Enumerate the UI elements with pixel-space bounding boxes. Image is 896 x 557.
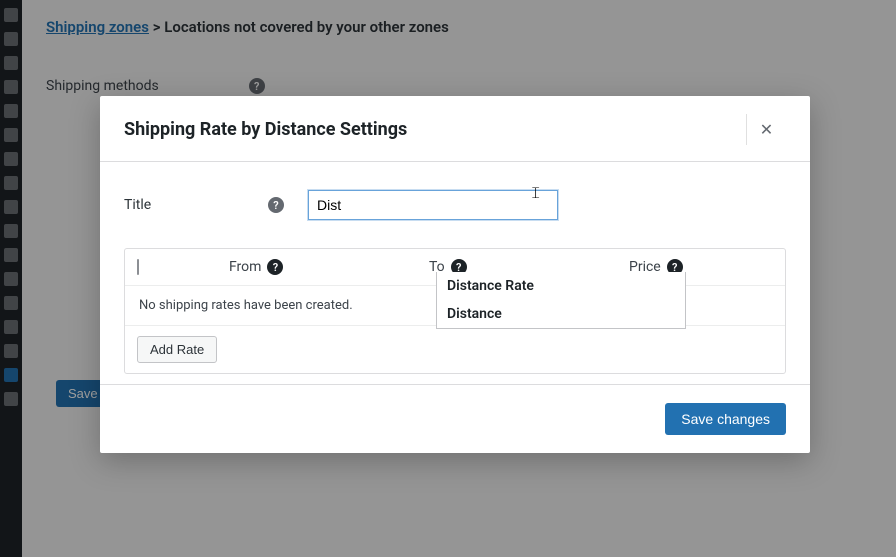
modal-footer: Save changes	[100, 384, 810, 453]
select-all-checkbox[interactable]	[137, 259, 139, 275]
modal-title: Shipping Rate by Distance Settings	[124, 119, 407, 140]
autocomplete-option[interactable]: Distance Rate	[437, 272, 685, 300]
modal-body: Title ? Distance Rate Distance From ? To…	[100, 162, 810, 384]
modal-header: Shipping Rate by Distance Settings ✕	[100, 96, 810, 162]
title-label: Title	[124, 197, 151, 213]
text-cursor-icon: 𝙸	[530, 183, 541, 203]
save-changes-button[interactable]: Save changes	[665, 403, 786, 435]
title-label-wrap: Title ?	[124, 197, 284, 213]
add-rate-button[interactable]: Add Rate	[137, 336, 217, 363]
col-from-header: From ?	[229, 259, 429, 275]
settings-modal: Shipping Rate by Distance Settings ✕ Tit…	[100, 96, 810, 453]
autocomplete-option[interactable]: Distance	[437, 300, 685, 328]
col-from-label: From	[229, 259, 261, 275]
rates-table-footer: Add Rate	[125, 326, 785, 373]
help-icon[interactable]: ?	[267, 259, 283, 275]
close-icon[interactable]: ✕	[746, 114, 786, 145]
title-input[interactable]	[308, 190, 558, 220]
help-icon[interactable]: ?	[268, 197, 284, 213]
title-row: Title ?	[124, 190, 786, 220]
autocomplete-dropdown: Distance Rate Distance	[436, 272, 686, 329]
